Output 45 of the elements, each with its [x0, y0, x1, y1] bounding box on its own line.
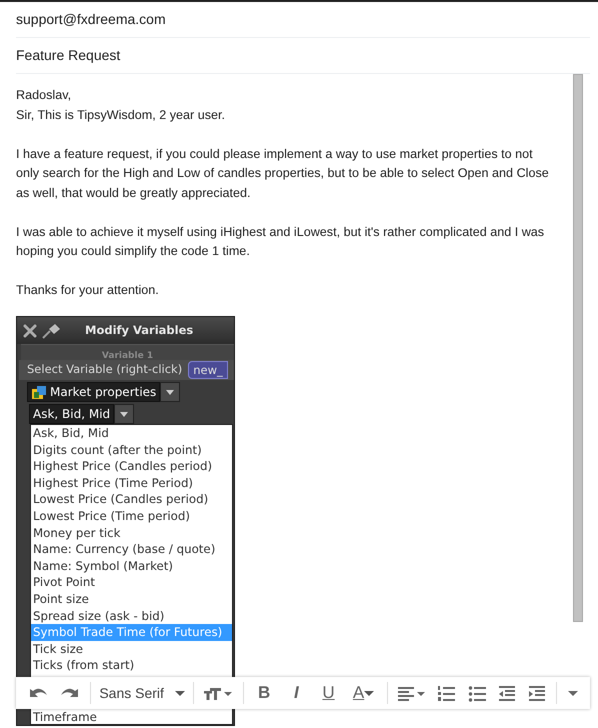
list-option[interactable]: Pivot Point [31, 574, 232, 591]
text-color-button[interactable]: A [344, 680, 382, 706]
list-option[interactable]: Digits count (after the point) [31, 442, 232, 458]
bulleted-list-icon[interactable] [468, 684, 486, 702]
font-dropdown[interactable]: Sans Serif [95, 680, 189, 706]
list-option[interactable]: Lowest Price (Time period) [31, 508, 232, 525]
dropdown-field[interactable]: Market properties [27, 382, 160, 402]
list-option[interactable]: Ticks (from start) [31, 657, 232, 674]
dropdown-button[interactable] [160, 382, 180, 402]
list-option[interactable]: Highest Price (Candles period) [31, 458, 232, 475]
dropdown-field[interactable]: Ask, Bid, Mid [29, 404, 114, 424]
scrollbar[interactable] [573, 74, 583, 622]
list-option[interactable]: Timeframe [31, 710, 232, 724]
list-option[interactable]: Spread size (ask - bid) [31, 608, 232, 624]
list-option[interactable]: Highest Price (Time Period) [31, 474, 232, 492]
list-option[interactable]: Lowest Price (Candles period) [31, 491, 232, 508]
underline-button[interactable]: U [312, 680, 345, 706]
dropdown-button[interactable] [114, 404, 134, 424]
list-option[interactable]: Tick size [31, 640, 232, 658]
message-paragraph: Thanks for your attention. [16, 282, 160, 299]
list-option[interactable]: Money per tick [31, 524, 232, 542]
list-option[interactable]: Ask, Bid, Mid [31, 425, 232, 442]
message-paragraph: I was able to achieve it myself using iHighest and iLowest, but it's rather complicated and I was hoping you could simplify the code 1 time. [16, 224, 546, 260]
field-label: Select Variable (right-click) [27, 361, 182, 378]
indent-less-icon[interactable] [498, 684, 516, 702]
subject-text: Feature Request [16, 46, 120, 65]
recipient-text: support@fxdreema.com [16, 10, 166, 29]
indent-more-icon[interactable] [528, 684, 546, 702]
italic-button[interactable]: I [280, 680, 312, 706]
close-icon [23, 324, 37, 338]
dialog-title: Modify Variables [85, 322, 194, 339]
variable-button[interactable]: new_ [188, 361, 228, 379]
list-option[interactable]: Name: Symbol (Market) [31, 558, 232, 574]
list-option[interactable]: Point size [31, 590, 232, 608]
align-icon[interactable] [397, 684, 426, 702]
message-paragraph: Radoslav, Sir, This is TipsyWisdom, 2 year user. [16, 87, 226, 124]
caret-icon [364, 690, 374, 696]
numbered-list-icon[interactable] [437, 684, 456, 702]
message-paragraph: I have a feature request, if you could please implement a way to use market properties to not only search for the High and Low of candles properties, but to be able to select Open and Close as well, that would be greatly appreciated. [16, 146, 550, 202]
caret-icon [120, 412, 128, 416]
bold-button[interactable]: B [248, 680, 280, 706]
list-option[interactable]: Name: Currency (base / quote) [31, 541, 232, 558]
caret-icon [174, 690, 185, 696]
caret-icon [166, 390, 174, 394]
section-title: Variable 1 [102, 351, 154, 361]
